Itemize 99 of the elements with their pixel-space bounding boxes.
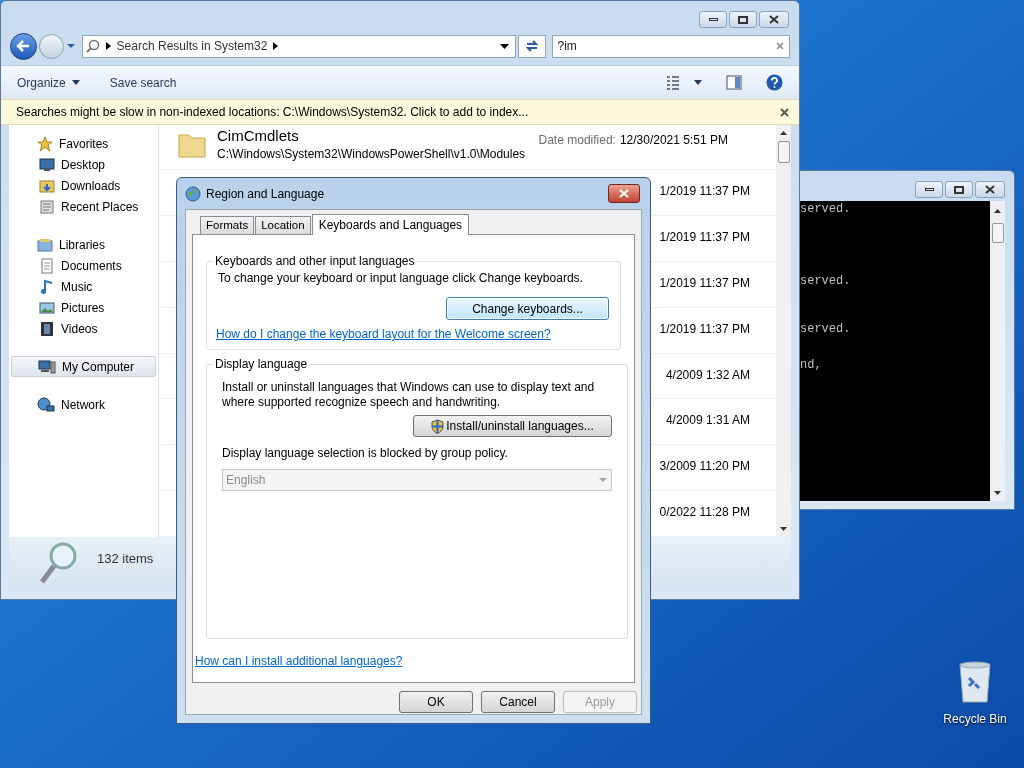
music-note-icon [39,278,55,295]
sidebar-item[interactable]: Libraries [11,234,156,255]
date-value: 12/30/2021 5:51 PM [619,132,728,149]
back-button[interactable] [10,32,37,60]
tab[interactable]: Location [255,216,311,234]
close-button[interactable] [759,11,789,28]
sidebar-item[interactable]: Recent Places [1,196,158,217]
date-label: Date modified: [538,132,616,149]
info-bar[interactable]: Searches might be slow in non-indexed locations: C:\Windows\System32. Click to add to index... [1,99,799,125]
dropdown-arrow-icon[interactable] [694,80,702,85]
trash-bin-icon[interactable] [957,660,993,704]
help-link[interactable]: How can I install additional languages? [195,652,621,670]
date-value: 1/2019 11:37 PM [659,229,750,247]
tab[interactable]: Keyboards and Languages [311,214,470,235]
caret-icon [71,80,80,85]
picture-icon [39,299,55,316]
console-line: served. [800,203,852,215]
close-button[interactable] [608,184,640,203]
scroll-thumb[interactable] [777,141,790,163]
shield-icon [431,418,445,434]
view-options-icon[interactable] [666,74,680,91]
sidebar-item[interactable]: Music [1,276,158,297]
chevron-icon [273,42,279,50]
organize-button[interactable]: Organize [17,73,80,92]
dropdown-arrow-icon[interactable] [499,43,509,49]
monitor-icon [39,156,55,173]
address-bar[interactable]: Search Results in System32 [81,34,516,58]
help-link[interactable]: How do I change the keyboard layout for the Welcome screen? [216,325,611,343]
network-icon [37,396,55,413]
date-value: 3/2009 11:20 PM [659,458,750,476]
description-text: Install or uninstall languages that Windows can use to display text and where supported recognize speech and handwriting. [222,380,596,410]
scroll-up-icon[interactable] [994,209,1001,213]
console-line: served. [800,275,852,287]
scrollbar[interactable] [990,201,1005,501]
save-search-button[interactable]: Save search [109,73,177,92]
clear-icon[interactable] [776,42,784,50]
date-value: 1/2019 11:37 PM [659,183,750,201]
scroll-down-icon[interactable] [780,527,787,531]
maximize-button[interactable] [945,181,973,198]
computer-icon [38,358,56,375]
folder-icon [39,177,55,194]
minimize-button[interactable] [915,181,943,198]
dialog-button[interactable]: OK [399,691,473,713]
date-value: 1/2019 11:37 PM [659,320,750,338]
date-value: 1/2019 11:37 PM [659,274,750,292]
search-icon [85,39,100,53]
tab[interactable]: Formats [200,216,255,234]
refresh-icon [523,39,540,53]
search-field[interactable]: ?im [551,34,790,58]
back-arrow-icon [16,40,31,52]
scroll-up-icon[interactable] [780,131,787,135]
sidebar-item[interactable]: My Computer [11,356,156,377]
instruction-text: To change your keyboard or input language click Change keyboards. [218,270,584,287]
chevron-icon [105,42,111,50]
group-heading: Keyboards and other input languages [214,253,416,270]
preview-pane-icon[interactable] [726,75,742,90]
group-heading: Display language [214,356,309,373]
sidebar-item[interactable]: Favorites [11,133,156,154]
sidebar-item[interactable]: Documents [1,255,158,276]
console-line: served. [800,323,852,335]
sidebar-item[interactable]: Videos [1,318,158,339]
scroll-down-icon[interactable] [994,491,1001,495]
close-icon[interactable] [780,107,789,117]
sidebar-item[interactable]: Pictures [1,297,158,318]
sidebar-item[interactable]: Desktop [1,154,158,175]
change-keyboards-button[interactable]: Change keyboards... [446,297,609,320]
policy-text: Display language selection is blocked by group policy. [222,445,509,462]
globe-icon [185,185,201,202]
breadcrumb[interactable]: Search Results in System32 [116,37,268,55]
minimize-button[interactable] [699,11,727,28]
dialog-button[interactable]: Cancel [481,691,555,713]
sidebar-item[interactable]: Downloads [1,175,158,196]
close-icon [619,189,629,198]
scroll-thumb[interactable] [991,223,1004,243]
scrollbar[interactable] [776,125,791,537]
desktop-icon-label[interactable]: Recycle Bin [943,710,1007,728]
refresh-button[interactable] [517,34,546,58]
item-count: 132 items [97,550,154,568]
close-icon [769,15,779,24]
maximize-button[interactable] [729,11,757,28]
file-path: C:\Windows\System32\WindowsPowerShell\v1.0\Modules [217,146,526,163]
install-languages-button[interactable]: Install/uninstall languages... [413,415,612,437]
library-icon [37,236,53,253]
console-line: nd, [800,359,823,371]
film-icon [39,320,55,337]
dropdown-arrow-icon [599,478,607,482]
star-icon [37,135,53,152]
recent-places-icon [39,198,55,215]
sidebar-item[interactable]: Network [11,394,156,415]
date-value: 0/2022 11:28 PM [659,504,750,522]
date-value: 4/2009 1:32 AM [665,366,750,384]
info-bar-text[interactable]: Searches might be slow in non-indexed locations: C:\Windows\System32. Click to add to index... [16,103,529,121]
help-icon[interactable] [766,74,783,91]
file-name[interactable]: CimCmdlets [217,127,526,145]
window-title: Region and Language [206,185,325,203]
close-icon [985,185,995,194]
close-button[interactable] [975,181,1005,198]
date-value: 4/2009 1:31 AM [665,412,750,430]
document-icon [39,257,55,274]
